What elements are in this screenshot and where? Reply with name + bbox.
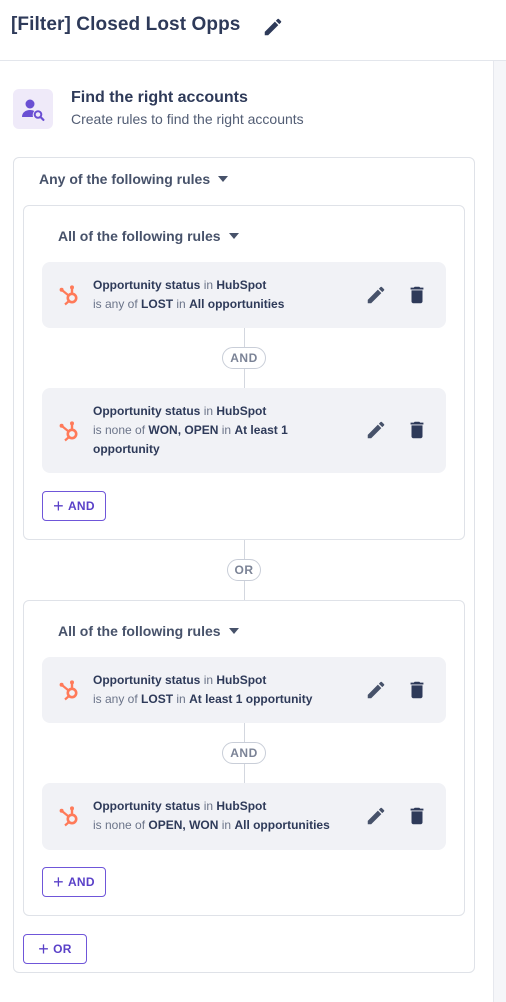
- caret-down-icon: [228, 233, 239, 239]
- edit-rule-pencil-icon[interactable]: [365, 679, 387, 701]
- rule-in-word: in: [203, 799, 214, 813]
- rule-values: LOST: [141, 692, 174, 706]
- rule-field: Opportunity status: [93, 278, 201, 292]
- rule-operator: is any of: [93, 297, 138, 311]
- rule-in-word: in: [203, 278, 214, 292]
- rule-in-word-2: in: [221, 818, 232, 832]
- rule-card: Opportunity status in HubSpot is none of…: [42, 783, 446, 850]
- hubspot-icon: [59, 806, 78, 827]
- page-title: [Filter] Closed Lost Opps: [11, 14, 241, 35]
- delete-rule-trash-icon[interactable]: [406, 284, 428, 306]
- delete-rule-trash-icon[interactable]: [406, 679, 428, 701]
- root-operator-dropdown[interactable]: Any of the following rules: [39, 171, 229, 187]
- section-title: Find the right accounts: [71, 89, 248, 106]
- root-operator-label: Any of the following rules: [39, 171, 211, 187]
- delete-rule-trash-icon[interactable]: [406, 419, 428, 441]
- rule-card: Opportunity status in HubSpot is any of …: [42, 262, 446, 328]
- edit-rule-pencil-icon[interactable]: [365, 805, 387, 827]
- rule-field: Opportunity status: [93, 673, 201, 687]
- caret-down-icon: [228, 628, 239, 634]
- add-and-rule-button[interactable]: + AND: [42, 867, 106, 897]
- rule-source: HubSpot: [216, 404, 267, 418]
- delete-rule-trash-icon[interactable]: [406, 805, 428, 827]
- plus-icon: +: [53, 496, 64, 516]
- rule-in-word: in: [203, 404, 214, 418]
- rule-description: Opportunity status in HubSpot is any of …: [93, 276, 313, 314]
- rule-in-word-2: in: [221, 423, 232, 437]
- top-bar: [Filter] Closed Lost Opps: [0, 0, 506, 61]
- edit-rule-pencil-icon[interactable]: [365, 419, 387, 441]
- rule-field: Opportunity status: [93, 404, 201, 418]
- rule-values: LOST: [141, 297, 174, 311]
- add-or-label: OR: [53, 942, 72, 956]
- rule-field: Opportunity status: [93, 799, 201, 813]
- group-1-operator-label: All of the following rules: [58, 228, 221, 244]
- rule-values: WON, OPEN: [148, 423, 219, 437]
- add-or-group-button[interactable]: + OR: [23, 934, 87, 964]
- section-subtitle: Create rules to find the right accounts: [71, 111, 304, 127]
- caret-down-icon: [218, 176, 229, 182]
- add-and-rule-button[interactable]: + AND: [42, 491, 106, 521]
- rule-card: Opportunity status in HubSpot is none of…: [42, 388, 446, 473]
- hubspot-icon: [59, 421, 78, 442]
- rule-in-word-2: in: [176, 297, 186, 311]
- plus-icon: +: [53, 872, 64, 892]
- edit-rule-pencil-icon[interactable]: [365, 284, 387, 306]
- rule-source: HubSpot: [216, 278, 267, 292]
- rule-scope: All opportunities: [189, 297, 285, 311]
- rule-in-word: in: [203, 673, 214, 687]
- rule-scope: At least 1 opportunity: [189, 692, 313, 706]
- hubspot-icon: [59, 285, 78, 306]
- and-connector-badge: AND: [222, 347, 266, 369]
- or-connector-badge: OR: [227, 559, 261, 581]
- rule-operator: is none of: [93, 818, 146, 832]
- rule-description: Opportunity status in HubSpot is none of…: [93, 797, 353, 835]
- add-and-label: AND: [67, 499, 95, 513]
- rule-description: Opportunity status in HubSpot is none of…: [93, 402, 313, 459]
- account-search-icon: [13, 89, 53, 129]
- edit-title-icon[interactable]: [262, 16, 284, 38]
- rule-operator: is none of: [93, 423, 146, 437]
- group-2-operator-label: All of the following rules: [58, 623, 221, 639]
- group-1-operator-dropdown[interactable]: All of the following rules: [58, 228, 239, 244]
- rule-operator: is any of: [93, 692, 138, 706]
- add-and-label: AND: [67, 875, 95, 889]
- rule-scope: All opportunities: [234, 818, 330, 832]
- rule-in-word-2: in: [176, 692, 186, 706]
- rule-description: Opportunity status in HubSpot is any of …: [93, 671, 343, 709]
- right-gutter: [493, 61, 506, 1002]
- and-connector-badge: AND: [222, 742, 266, 764]
- plus-icon: +: [38, 939, 50, 959]
- rule-values: OPEN, WON: [148, 818, 219, 832]
- rule-source: HubSpot: [216, 799, 267, 813]
- rule-card: Opportunity status in HubSpot is any of …: [42, 657, 446, 723]
- hubspot-icon: [59, 680, 78, 701]
- group-2-operator-dropdown[interactable]: All of the following rules: [58, 623, 239, 639]
- rule-source: HubSpot: [216, 673, 267, 687]
